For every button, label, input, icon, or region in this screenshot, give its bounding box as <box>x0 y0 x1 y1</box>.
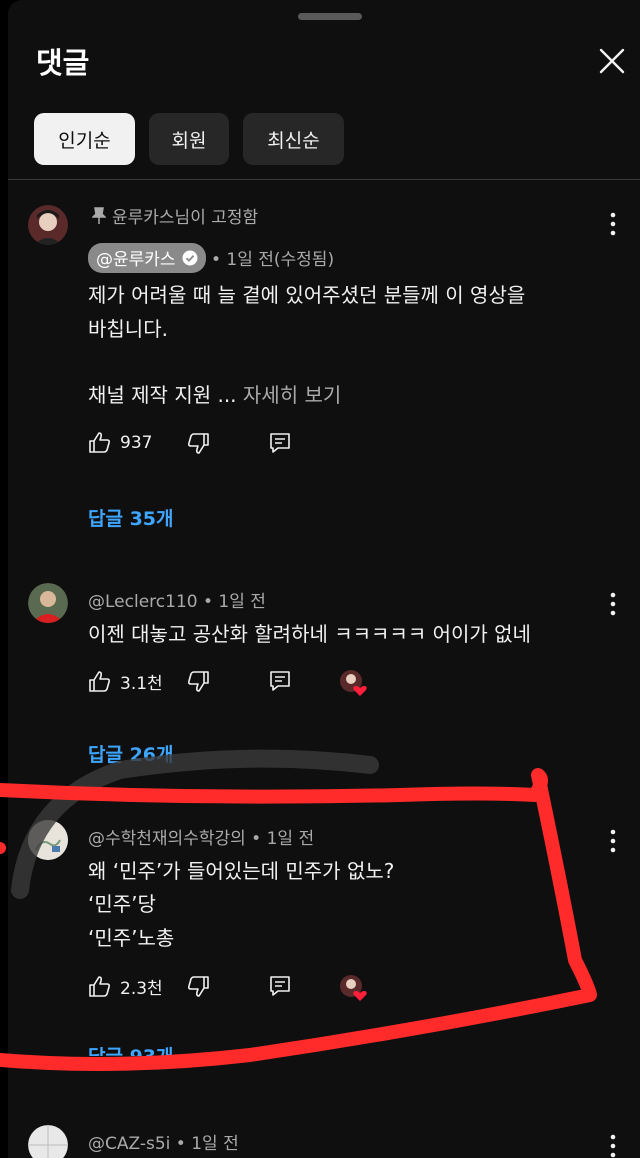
verified-icon <box>182 250 198 265</box>
reply-button[interactable] <box>268 669 292 693</box>
drag-handle[interactable] <box>298 13 362 20</box>
author-name[interactable]: @CAZ-s5i <box>88 1134 170 1154</box>
comment-actions: 937 <box>88 431 588 461</box>
comment-text-line: 바칩니다. <box>88 317 168 341</box>
comment-meta: @Leclerc110 • 1일 전 <box>88 587 266 612</box>
comment-text-line: 채널 제작 지원 ... 자세히 보기 <box>88 379 341 408</box>
more-options-icon[interactable] <box>606 828 620 854</box>
chip-newest[interactable]: 최신순 <box>243 113 344 165</box>
pinned-text: 윤루카스님이 고정함 <box>112 208 259 228</box>
reply-button[interactable] <box>268 431 292 455</box>
dislike-button[interactable] <box>186 974 210 998</box>
like-count: 2.3천 <box>120 979 163 999</box>
more-options-icon[interactable] <box>606 211 620 237</box>
more-options-icon[interactable] <box>606 1133 620 1158</box>
pinned-label: 윤루카스님이 고정함 <box>92 203 258 228</box>
avatar[interactable] <box>28 820 68 860</box>
more-options-icon[interactable] <box>606 591 620 617</box>
comment-meta: @수학천재의수학강의 • 1일 전 <box>88 824 314 849</box>
divider <box>8 179 640 180</box>
thumbs-up-icon <box>89 432 111 453</box>
close-icon[interactable] <box>598 47 626 75</box>
comment-icon <box>270 976 290 996</box>
comment-time: • 1일 전 <box>202 592 266 612</box>
creator-heart-icon <box>340 670 367 696</box>
comment-time: • 1일 전 <box>175 1134 239 1154</box>
comment-meta: @윤루카스 • 1일 전(수정됨) <box>88 243 334 273</box>
read-more-link[interactable]: 자세히 보기 <box>243 383 341 407</box>
view-replies-link[interactable]: 답글 35개 <box>88 504 174 531</box>
comment-text-line: 이젠 대놓고 공산화 할려하네 ㅋㅋㅋㅋㅋ 어이가 없네 <box>88 622 531 646</box>
chip-members[interactable]: 회원 <box>149 113 229 165</box>
like-button[interactable]: 937 <box>88 431 152 455</box>
creator-heart-icon <box>340 975 367 1001</box>
thumbs-down-icon <box>187 433 209 454</box>
reply-button[interactable] <box>268 974 292 998</box>
comment-text-line: ‘민주’노총 <box>88 926 175 950</box>
author-name[interactable]: @Leclerc110 <box>88 592 198 612</box>
thumbs-down-icon <box>187 671 209 692</box>
comment-actions: 3.1천 <box>88 669 588 699</box>
thumbs-up-icon <box>89 670 111 692</box>
thumbs-up-icon <box>89 975 111 997</box>
view-replies-link[interactable]: 답글 26개 <box>88 740 174 767</box>
comment-text-line: ‘민주’당 <box>88 892 156 916</box>
sheet-title: 댓글 <box>36 46 90 80</box>
author-name: @윤루카스 <box>96 250 176 270</box>
author-name[interactable]: @수학천재의수학강의 <box>88 829 246 849</box>
pin-icon <box>92 206 106 224</box>
comment-time: • 1일 전(수정됨) <box>210 250 335 270</box>
comment-meta: @CAZ-s5i • 1일 전 <box>88 1129 239 1154</box>
like-button[interactable]: 3.1천 <box>88 669 163 694</box>
like-count: 3.1천 <box>120 674 163 694</box>
thumbs-down-icon <box>187 976 209 997</box>
chip-label: 회원 <box>171 129 207 152</box>
dislike-button[interactable] <box>186 431 210 455</box>
avatar[interactable] <box>28 205 68 245</box>
author-chip[interactable]: @윤루카스 <box>88 243 206 273</box>
chip-label: 인기순 <box>58 129 111 152</box>
comment-text-segment: 채널 제작 지원 ... <box>88 383 237 407</box>
view-replies-link[interactable]: 답글 93개 <box>88 1042 174 1056</box>
comment-time: • 1일 전 <box>251 829 315 849</box>
chip-popular[interactable]: 인기순 <box>34 113 135 165</box>
comment-text-line: 왜 ‘민주’가 들어있는데 민주가 없노? <box>88 859 395 883</box>
like-button[interactable]: 2.3천 <box>88 974 163 999</box>
comments-sheet: 댓글 인기순 회원 최신순 윤루카스님이 고정함 @윤루카스 • 1일 전(수정… <box>8 0 640 1158</box>
comment-icon <box>270 671 290 691</box>
avatar[interactable] <box>28 583 68 623</box>
comment-icon <box>270 433 290 453</box>
chip-label: 최신순 <box>267 129 320 152</box>
avatar[interactable] <box>28 1125 68 1158</box>
like-count: 937 <box>120 433 153 453</box>
comment-actions: 2.3천 <box>88 974 588 1004</box>
comment-text-line: 제가 어려울 때 늘 곁에 있어주셨던 분들께 이 영상을 <box>88 283 526 307</box>
dislike-button[interactable] <box>186 669 210 693</box>
